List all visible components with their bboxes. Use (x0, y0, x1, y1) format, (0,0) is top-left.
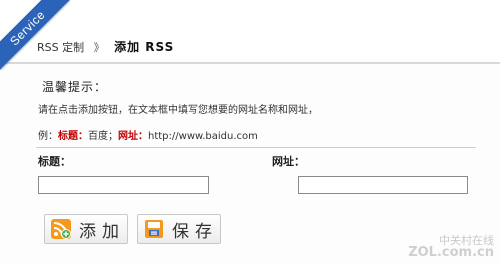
url-input[interactable] (298, 176, 468, 194)
example-url-value: http://www.baidu.com (148, 131, 258, 142)
page-header: RSS 定制 》 添加 RSS (0, 0, 500, 64)
title-label: 标题： (38, 155, 71, 168)
watermark: 中关村在线 ZOL.com.cn (408, 235, 494, 260)
breadcrumb-current: 添加 RSS (114, 40, 175, 54)
example-title-label: 标题： (58, 131, 88, 142)
service-ribbon: Service (0, 0, 70, 70)
save-icon (144, 219, 164, 239)
save-button-label: 保存 (172, 221, 218, 242)
example-url-label: 网址： (118, 131, 148, 142)
watermark-line2: ZOL.com.cn (408, 245, 494, 260)
save-button[interactable]: 保存 (137, 214, 221, 244)
tip-text: 请在点击添加按钮，在文本框中填写您想要的网址名称和网址， (38, 105, 318, 116)
tip-title: 温馨提示： (42, 80, 108, 94)
example-title-value: 百度； (88, 131, 118, 142)
rss-add-icon (51, 219, 71, 239)
divider (36, 147, 476, 148)
url-label: 网址： (272, 155, 305, 168)
add-button[interactable]: 添加 (44, 214, 128, 244)
example-prefix: 例： (38, 131, 58, 142)
service-ribbon-label: Service (0, 0, 70, 70)
breadcrumb-separator: 》 (93, 41, 105, 54)
title-input[interactable] (38, 176, 209, 194)
add-button-label: 添加 (79, 221, 125, 242)
tip-example: 例：标题：百度；网址：http://www.baidu.com (38, 127, 258, 142)
